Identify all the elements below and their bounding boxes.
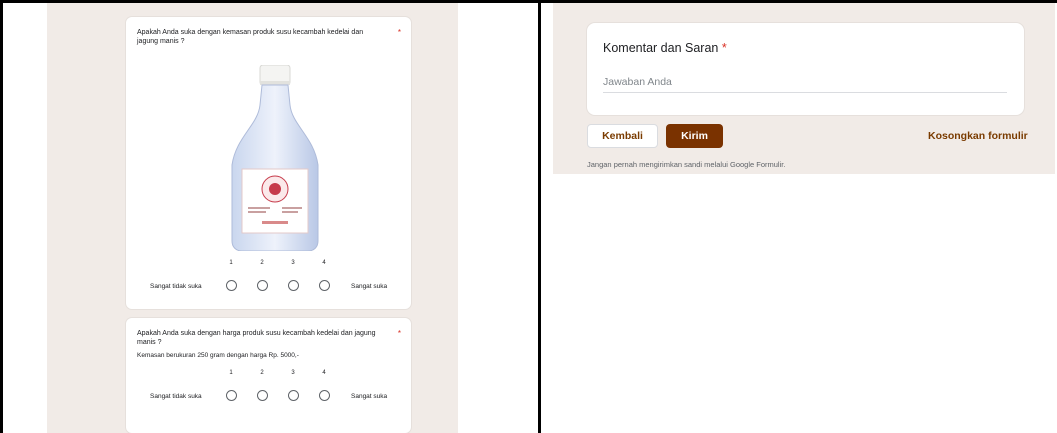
rating-radio-3[interactable] — [288, 280, 299, 291]
question-description: Kemasan berukuran 250 gram dengan harga … — [137, 352, 299, 359]
scale-number: 3 — [291, 370, 295, 376]
rating-radio-3[interactable] — [288, 390, 299, 401]
clear-form-link[interactable]: Kosongkan formulir — [928, 130, 1028, 142]
rating-radio-1[interactable] — [226, 390, 237, 401]
submit-button[interactable]: Kirim — [666, 124, 723, 148]
comment-input[interactable] — [603, 71, 1007, 93]
panel-divider — [538, 0, 541, 433]
product-bottle-image — [231, 65, 319, 251]
question-card-packaging: Apakah Anda suka dengan kemasan produk s… — [126, 17, 411, 309]
comment-title: Komentar dan Saran * — [603, 41, 727, 55]
comment-title-text: Komentar dan Saran — [603, 41, 719, 55]
back-button[interactable]: Kembali — [587, 124, 658, 148]
question-card-price: Apakah Anda suka dengan harga produk sus… — [126, 318, 411, 433]
question-title: Apakah Anda suka dengan kemasan produk s… — [137, 29, 364, 45]
scale-number: 4 — [322, 370, 326, 376]
question-title: Apakah Anda suka dengan harga produk sus… — [137, 330, 376, 346]
rating-radio-1[interactable] — [226, 280, 237, 291]
comment-card: Komentar dan Saran * — [587, 23, 1024, 115]
scale-low-label: Sangat tidak suka — [150, 393, 202, 400]
rating-radio-4[interactable] — [319, 390, 330, 401]
scale-high-label: Sangat suka — [351, 283, 388, 290]
scale-low-label: Sangat tidak suka — [150, 283, 202, 290]
scale-number: 1 — [229, 260, 233, 266]
rating-radio-2[interactable] — [257, 390, 268, 401]
rating-radio-2[interactable] — [257, 280, 268, 291]
required-asterisk: * — [397, 28, 401, 37]
required-asterisk: * — [721, 41, 727, 55]
scale-number: 2 — [260, 370, 264, 376]
required-asterisk: * — [397, 329, 401, 338]
scale-number: 4 — [322, 260, 326, 266]
scale-high-label: Sangat suka — [351, 393, 388, 400]
rating-radio-4[interactable] — [319, 280, 330, 291]
password-warning: Jangan pernah mengirimkan sandi melalui … — [587, 160, 786, 169]
scale-number: 3 — [291, 260, 295, 266]
scale-number: 2 — [260, 260, 264, 266]
scale-number: 1 — [229, 370, 233, 376]
